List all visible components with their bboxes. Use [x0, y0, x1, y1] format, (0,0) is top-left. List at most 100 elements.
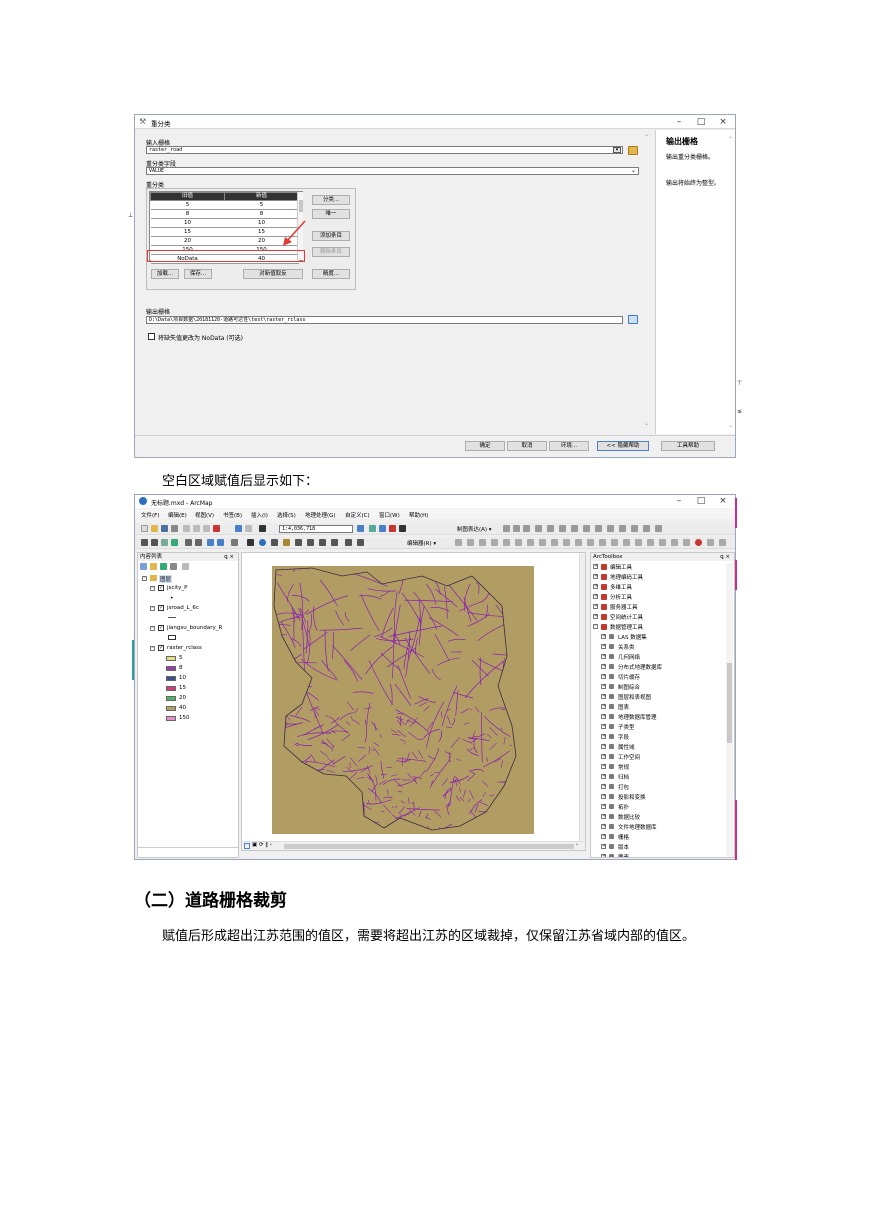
table-row[interactable]: 88 — [150, 209, 299, 219]
copy-icon[interactable] — [193, 525, 200, 532]
environments-button[interactable]: 环境... — [549, 441, 589, 451]
expand-icon[interactable]: + — [601, 814, 606, 819]
tool-icon[interactable] — [683, 539, 690, 546]
tool-icon[interactable] — [595, 525, 602, 532]
fixed-zoom-icon[interactable] — [195, 539, 202, 546]
expand-icon[interactable]: + — [601, 764, 606, 769]
tool-icon[interactable] — [539, 539, 546, 546]
expand-icon[interactable]: + — [593, 594, 598, 599]
expand-icon[interactable]: + — [601, 664, 606, 669]
tool-help-button[interactable]: 工具帮助 — [661, 441, 715, 451]
pointer-icon[interactable] — [247, 539, 254, 546]
measure-icon[interactable] — [283, 539, 290, 546]
expand-icon[interactable]: + — [601, 824, 606, 829]
expand-icon[interactable]: + — [601, 784, 606, 789]
save-button[interactable]: 保存... — [184, 269, 212, 279]
tool-icon[interactable] — [575, 539, 582, 546]
tool-icon[interactable] — [647, 539, 654, 546]
cell-new[interactable]: 8 — [224, 209, 299, 219]
python-icon[interactable] — [399, 525, 406, 532]
expand-icon[interactable]: + — [601, 704, 606, 709]
ok-button[interactable]: 确定 — [465, 441, 505, 451]
tool-icon[interactable] — [655, 525, 662, 532]
tool-icon[interactable] — [523, 525, 530, 532]
list-by-drawing-order-icon[interactable] — [140, 563, 147, 570]
tool-icon[interactable] — [607, 525, 614, 532]
tool-icon[interactable] — [357, 539, 364, 546]
find-icon[interactable] — [271, 539, 278, 546]
fixed-zoom-icon[interactable] — [185, 539, 192, 546]
menu-windows[interactable]: 窗口(W) — [379, 511, 400, 519]
add-data-icon[interactable] — [259, 525, 266, 532]
menu-insert[interactable]: 插入(I) — [251, 511, 268, 519]
representation-menu[interactable]: 制图表达(A) ▾ — [457, 525, 492, 533]
tool-icon[interactable] — [503, 525, 510, 532]
maximize-icon[interactable]: □ — [693, 117, 709, 127]
close-icon[interactable]: × — [715, 496, 731, 506]
tool-icon[interactable] — [671, 539, 678, 546]
identify-icon[interactable] — [259, 539, 266, 546]
menu-selection[interactable]: 选择(S) — [277, 511, 296, 519]
add-entry-button[interactable]: 添加条目 — [312, 231, 350, 241]
scrollbar-thumb[interactable] — [727, 663, 732, 743]
menu-geoprocessing[interactable]: 地理处理(G) — [305, 511, 336, 519]
undo-icon[interactable] — [235, 525, 242, 532]
help-scroll-up[interactable]: ⌃ — [728, 136, 733, 143]
tool-icon[interactable] — [719, 539, 726, 546]
tool-icon[interactable] — [619, 525, 626, 532]
tool-icon[interactable] — [631, 525, 638, 532]
expand-icon[interactable]: + — [601, 774, 606, 779]
tool-icon[interactable] — [583, 525, 590, 532]
expand-icon[interactable]: + — [601, 834, 606, 839]
tool-icon[interactable] — [345, 539, 352, 546]
map-hscroll-thumb[interactable] — [284, 844, 574, 849]
tool-icon[interactable] — [659, 539, 666, 546]
expand-icon[interactable]: + — [601, 754, 606, 759]
collapse-icon[interactable]: – — [150, 606, 155, 611]
cancel-button[interactable]: 取消 — [507, 441, 547, 451]
layout-view-icon[interactable]: ▣ ⟳ ‖ ‹ — [252, 842, 272, 848]
redo-icon[interactable] — [245, 525, 252, 532]
precision-button[interactable]: 精度... — [312, 269, 350, 279]
list-by-source-icon[interactable] — [150, 563, 157, 570]
table-row[interactable]: 55 — [150, 200, 299, 210]
expand-icon[interactable]: + — [601, 794, 606, 799]
forward-icon[interactable] — [217, 539, 224, 546]
select-icon[interactable] — [231, 539, 238, 546]
scrollbar-thumb[interactable] — [299, 200, 303, 212]
list-by-selection-icon[interactable] — [170, 563, 177, 570]
toolbox-vscroll[interactable] — [726, 563, 733, 857]
layer-checkbox[interactable]: ✓ — [158, 605, 164, 611]
tool-icon[interactable] — [559, 525, 566, 532]
full-extent-icon[interactable] — [171, 539, 178, 546]
missing-nodata-checkbox[interactable] — [148, 333, 155, 340]
tool-icon[interactable] — [515, 539, 522, 546]
delete-entry-button[interactable]: 删除条目 — [312, 247, 350, 257]
chevron-down-icon[interactable]: ▾ — [613, 147, 621, 153]
hyperlink-icon[interactable] — [295, 539, 302, 546]
expand-icon[interactable]: + — [593, 614, 598, 619]
data-view-icon[interactable] — [244, 843, 250, 849]
options-icon[interactable] — [182, 563, 189, 570]
expand-icon[interactable]: + — [593, 584, 598, 589]
tool-icon[interactable] — [491, 539, 498, 546]
expand-icon[interactable]: + — [601, 694, 606, 699]
find-route-icon[interactable] — [307, 539, 314, 546]
tool-icon[interactable] — [695, 539, 702, 546]
layer-checkbox[interactable]: ✓ — [158, 625, 164, 631]
load-button[interactable]: 加载... — [151, 269, 179, 279]
open-icon[interactable] — [151, 525, 158, 532]
collapse-icon[interactable]: – — [150, 626, 155, 631]
tool-icon[interactable] — [563, 539, 570, 546]
expand-icon[interactable]: + — [601, 854, 606, 857]
zoom-out-icon[interactable] — [151, 539, 158, 546]
tool-icon[interactable] — [623, 539, 630, 546]
tool-icon[interactable] — [455, 539, 462, 546]
collapse-icon[interactable]: – — [150, 586, 155, 591]
expand-icon[interactable]: + — [601, 634, 606, 639]
output-raster-field[interactable]: D:\Data\项目数据\20181120-道路可达性\test\raster_… — [146, 316, 623, 324]
pan-icon[interactable] — [161, 539, 168, 546]
tool-icon[interactable] — [707, 539, 714, 546]
expand-icon[interactable]: + — [593, 604, 598, 609]
map-view[interactable]: ▣ ⟳ ‖ ‹ › — [241, 552, 586, 851]
